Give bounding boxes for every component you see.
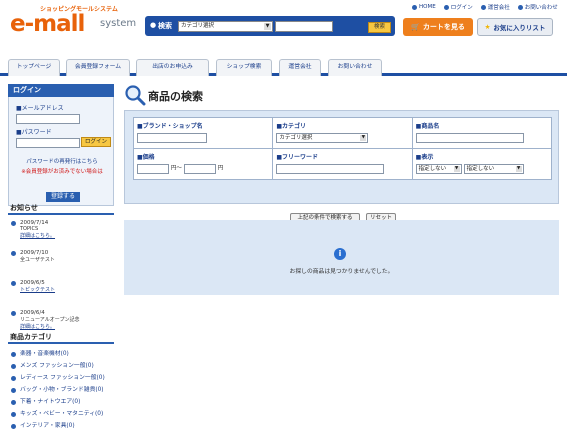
free-word-input[interactable]	[276, 164, 385, 174]
tab-company[interactable]: 運営会社	[279, 59, 321, 76]
header: ショッピングモールシステム e-mall system HOME ログイン 運営…	[0, 0, 567, 46]
password-reissue-link[interactable]: パスワードの再発行はこちら	[9, 157, 115, 165]
product-name-label: ■商品名	[415, 123, 440, 130]
login-button[interactable]: ログイン	[81, 137, 111, 147]
category-select[interactable]: カテゴリ選択 ▼	[178, 21, 273, 32]
price-cell: ■価格 円〜 円	[132, 148, 274, 180]
chevron-down-icon: ▼	[264, 23, 271, 30]
no-result-message: お探しの商品は見つかりませんでした。	[289, 269, 394, 275]
register-button[interactable]: 登録する	[46, 192, 80, 202]
category-dropdown[interactable]: カテゴリ選択 ▼	[276, 133, 369, 143]
news-item: 2009/7/10 全ユーザテスト	[8, 250, 114, 275]
tab-contact[interactable]: お問い合わせ	[328, 59, 382, 76]
price-min-input[interactable]	[137, 164, 169, 174]
company-icon	[480, 4, 486, 10]
login-title: ログイン	[8, 84, 114, 97]
category-item[interactable]: レディース ファッション一般(0)	[8, 372, 114, 384]
search-grid: ■ブランド・ショップ名 ■カテゴリ カテゴリ選択 ▼ ■商品名 ■価格 円〜 円…	[132, 117, 553, 180]
login-box: ■メールアドレス ■パスワード ログイン パスワードの再発行はこちら ※会員登録…	[8, 97, 114, 206]
main-nav: トップページ 会員登録フォーム 出店のお申込み ショップ検索 運営会社 お問い合…	[0, 56, 567, 76]
bullet-icon	[11, 311, 16, 316]
favorites-button[interactable]: ★ お気に入りリスト	[477, 18, 553, 36]
tab-apply[interactable]: 出店のお申込み	[136, 59, 209, 76]
bullet-icon	[11, 400, 16, 405]
free-word-label: ■フリーワード	[276, 154, 318, 161]
info-icon: i	[334, 248, 346, 260]
display-cell: ■表示 指定しない ▼ 指定しない ▼	[411, 148, 553, 180]
news-title: お知らせ	[8, 202, 114, 215]
price-max-input[interactable]	[183, 164, 216, 174]
bullet-icon	[11, 424, 16, 429]
display-label: ■表示	[415, 154, 434, 161]
bullet-icon	[11, 364, 16, 369]
bullet-icon	[11, 221, 16, 226]
tab-register[interactable]: 会員登録フォーム	[66, 59, 130, 76]
category-label: ■カテゴリ	[276, 123, 306, 130]
home-icon	[412, 4, 417, 10]
price-unit-to: 円	[217, 165, 224, 172]
email-field[interactable]	[16, 114, 80, 124]
chevron-down-icon: ▼	[515, 166, 522, 172]
sidebar: ログイン ■メールアドレス ■パスワード ログイン パスワードの再発行はこちら …	[8, 84, 114, 431]
top-link-home[interactable]: HOME	[412, 3, 436, 11]
bullet-icon: ●	[150, 21, 157, 29]
email-label: ■メールアドレス	[16, 105, 64, 112]
top-link-contact[interactable]: お問い合わせ	[517, 3, 558, 11]
chevron-down-icon: ▼	[360, 135, 367, 141]
logo-sub: system	[100, 18, 137, 29]
category-item[interactable]: キッズ・ベビー・マタニティ(0)	[8, 408, 114, 420]
bullet-icon	[11, 376, 16, 381]
tab-top[interactable]: トップページ	[8, 59, 60, 76]
free-word-cell: ■フリーワード	[272, 148, 413, 180]
bullet-icon	[11, 412, 16, 417]
brand-input[interactable]	[137, 133, 207, 143]
logo[interactable]: e-mall	[10, 13, 85, 36]
brand-label: ■ブランド・ショップ名	[137, 123, 203, 130]
news-item: 2009/6/5 トピックテスト	[8, 280, 114, 305]
chevron-down-icon: ▼	[453, 166, 460, 172]
star-icon: ★	[484, 23, 491, 31]
display-select-1[interactable]: 指定しない ▼	[415, 164, 462, 174]
category-title: 商品カテゴリ	[8, 331, 114, 344]
category-section: 商品カテゴリ 楽器・音楽機材(0) メンズ ファッション一般(0) レディース …	[8, 331, 114, 432]
tab-shop-search[interactable]: ショップ検索	[216, 59, 272, 76]
page-title: 商品の検索	[148, 90, 203, 103]
category-item[interactable]: バッグ・小物・ブランド雑貨(0)	[8, 384, 114, 396]
category-cell: ■カテゴリ カテゴリ選択 ▼	[272, 117, 413, 149]
password-field[interactable]	[16, 138, 80, 148]
search-label: 検索	[158, 22, 172, 30]
bullet-icon	[11, 388, 16, 393]
mail-icon	[517, 4, 523, 10]
bullet-icon	[11, 352, 16, 357]
search-button[interactable]: 検索	[368, 22, 391, 33]
search-form: ■ブランド・ショップ名 ■カテゴリ カテゴリ選択 ▼ ■商品名 ■価格 円〜 円…	[124, 110, 559, 224]
keyword-input[interactable]	[275, 21, 333, 32]
top-link-login[interactable]: ログイン	[443, 3, 473, 11]
product-name-input[interactable]	[415, 133, 524, 143]
register-note: ※会員登録がお済みでない場合は	[21, 169, 103, 175]
brand-cell: ■ブランド・ショップ名	[132, 117, 274, 149]
category-item[interactable]: 楽器・音楽機材(0)	[8, 348, 114, 360]
password-label: ■パスワード	[16, 129, 52, 136]
news-section: お知らせ 2009/7/14 TOPICS 詳細はこちら。 2009/7/10 …	[8, 202, 114, 335]
news-item: 2009/7/14 TOPICS 詳細はこちら。	[8, 220, 114, 245]
display-select-2[interactable]: 指定しない ▼	[463, 164, 524, 174]
result-message-box: i お探しの商品は見つかりませんでした。	[124, 220, 559, 295]
cart-icon: 🛒	[411, 23, 420, 31]
cart-button[interactable]: 🛒 カートを見る	[403, 18, 473, 36]
magnifier-icon	[125, 85, 146, 106]
category-item[interactable]: 下着・ナイトウエア(0)	[8, 396, 114, 408]
bullet-icon	[11, 251, 16, 256]
category-item[interactable]: インテリア・家具(0)	[8, 420, 114, 432]
product-name-cell: ■商品名	[411, 117, 553, 149]
top-links: HOME ログイン 運営会社 お問い合わせ	[412, 3, 558, 11]
price-unit-from: 円〜	[170, 165, 182, 172]
price-label: ■価格	[137, 154, 155, 161]
login-icon	[443, 4, 449, 10]
bullet-icon	[11, 281, 16, 286]
category-item[interactable]: メンズ ファッション一般(0)	[8, 360, 114, 372]
top-link-company[interactable]: 運営会社	[480, 3, 510, 11]
